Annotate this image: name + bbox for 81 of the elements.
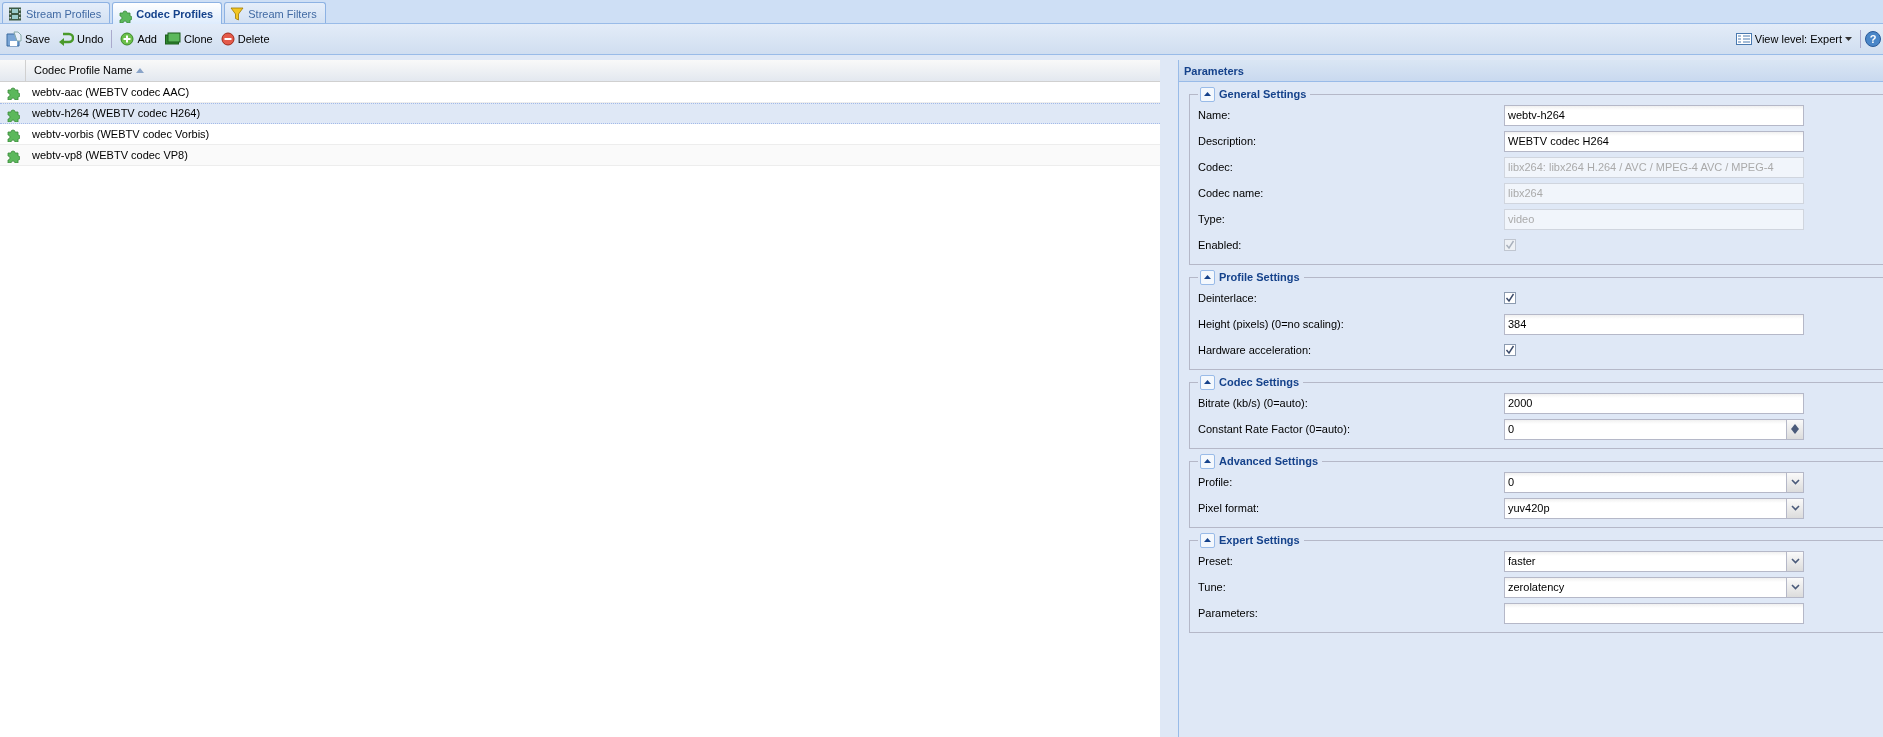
field-label: Enabled: xyxy=(1198,237,1243,253)
field-label: Bitrate (kb/s) (0=auto): xyxy=(1198,395,1309,411)
film-strip-icon xyxy=(8,7,22,21)
collapse-toggle[interactable] xyxy=(1200,374,1215,390)
toolbar-button[interactable]: Undo xyxy=(54,28,108,50)
dropdown-field[interactable]: 0 xyxy=(1504,471,1804,493)
section-title: Profile Settings xyxy=(1219,270,1300,285)
field-label: Hardware acceleration: xyxy=(1198,342,1313,358)
minus-circle-icon xyxy=(220,32,235,46)
field-label: Height (pixels) (0=no scaling): xyxy=(1198,316,1345,332)
chevron-down-icon xyxy=(1790,584,1800,590)
toolbar-button[interactable]: Delete xyxy=(216,28,274,50)
field-label: Tune: xyxy=(1198,579,1227,595)
list-view-icon xyxy=(1735,33,1752,45)
checkbox[interactable] xyxy=(1504,292,1516,304)
profile-name: webtv-vorbis (WEBTV codec Vorbis) xyxy=(31,126,210,142)
view-level-menu[interactable]: View level: Expert xyxy=(1731,28,1856,50)
input-field[interactable] xyxy=(1504,602,1804,624)
dropdown-field[interactable]: zerolatency xyxy=(1504,576,1804,598)
field-label: Deinterlace: xyxy=(1198,290,1258,306)
grid-row[interactable]: webtv-h264 (WEBTV codec H264) xyxy=(0,103,1160,124)
collapse-arrow-icon xyxy=(1204,275,1211,279)
help-button[interactable]: ? xyxy=(1865,31,1881,47)
input-field[interactable]: 2000 xyxy=(1504,392,1804,414)
input-field[interactable]: WEBTV codec H264 xyxy=(1504,130,1804,152)
check-icon xyxy=(1505,293,1515,303)
input-field[interactable]: webtv-h264 xyxy=(1504,104,1804,126)
field-label: Type: xyxy=(1198,211,1226,227)
collapse-arrow-icon xyxy=(1204,538,1211,542)
tab[interactable]: Codec Profiles xyxy=(112,2,223,24)
collapse-toggle[interactable] xyxy=(1200,453,1215,469)
collapse-arrow-icon xyxy=(1204,459,1211,463)
chevron-down-icon xyxy=(1790,558,1800,564)
section-title: General Settings xyxy=(1219,87,1307,102)
grid-row[interactable]: webtv-vp8 (WEBTV codec VP8) xyxy=(0,145,1160,166)
section-title: Advanced Settings xyxy=(1219,454,1319,469)
field-label: Profile: xyxy=(1198,474,1234,490)
caret-icon xyxy=(1845,37,1852,41)
checkbox[interactable] xyxy=(1504,344,1516,356)
spin-down-icon xyxy=(1791,429,1799,434)
collapse-toggle[interactable] xyxy=(1200,532,1215,548)
field-label: Codec name: xyxy=(1198,185,1265,201)
collapse-arrow-icon xyxy=(1204,92,1211,96)
plus-circle-icon xyxy=(120,32,135,46)
toolbar-button[interactable]: Save xyxy=(2,28,55,50)
dropdown-field[interactable]: faster xyxy=(1504,550,1804,572)
chevron-down-icon xyxy=(1790,505,1800,511)
chevron-down-icon xyxy=(1790,479,1800,485)
field-label: Preset: xyxy=(1198,553,1234,569)
puzzle-piece-icon xyxy=(6,126,20,142)
field-label: Name: xyxy=(1198,107,1232,123)
spin-up-icon xyxy=(1791,424,1799,429)
check-icon xyxy=(1505,345,1515,355)
field-label: Pixel format: xyxy=(1198,500,1261,516)
puzzle-piece-icon xyxy=(6,84,20,100)
number-field[interactable]: 0 xyxy=(1504,418,1804,440)
collapse-arrow-icon xyxy=(1204,380,1211,384)
filter-funnel-icon xyxy=(230,7,245,21)
check-icon xyxy=(1505,240,1515,250)
field-label: Description: xyxy=(1198,133,1258,149)
profile-name: webtv-h264 (WEBTV codec H264) xyxy=(31,106,201,122)
puzzle-piece-icon xyxy=(6,147,20,163)
field-label: Parameters: xyxy=(1198,605,1259,621)
clone-icon xyxy=(164,32,181,46)
tab[interactable]: Stream Profiles xyxy=(2,2,111,23)
section-title: Expert Settings xyxy=(1219,533,1300,548)
field-label: Codec: xyxy=(1198,159,1234,175)
profile-name: webtv-vp8 (WEBTV codec VP8) xyxy=(31,147,188,163)
field-label: Constant Rate Factor (0=auto): xyxy=(1198,421,1351,437)
panel-title: Parameters xyxy=(1179,60,1883,82)
toolbar-button[interactable]: Add xyxy=(116,28,161,50)
section-title: Codec Settings xyxy=(1219,375,1300,390)
dropdown-field[interactable]: yuv420p xyxy=(1504,497,1804,519)
tab[interactable]: Stream Filters xyxy=(224,2,326,23)
column-header[interactable]: Codec Profile Name xyxy=(26,60,153,81)
toolbar-button[interactable]: Clone xyxy=(160,28,217,50)
collapse-toggle[interactable] xyxy=(1200,86,1215,102)
profile-name: webtv-aac (WEBTV codec AAC) xyxy=(31,84,190,100)
undo-arrow-icon xyxy=(58,31,75,47)
input-field[interactable]: 384 xyxy=(1504,313,1804,335)
collapse-toggle[interactable] xyxy=(1200,269,1215,285)
